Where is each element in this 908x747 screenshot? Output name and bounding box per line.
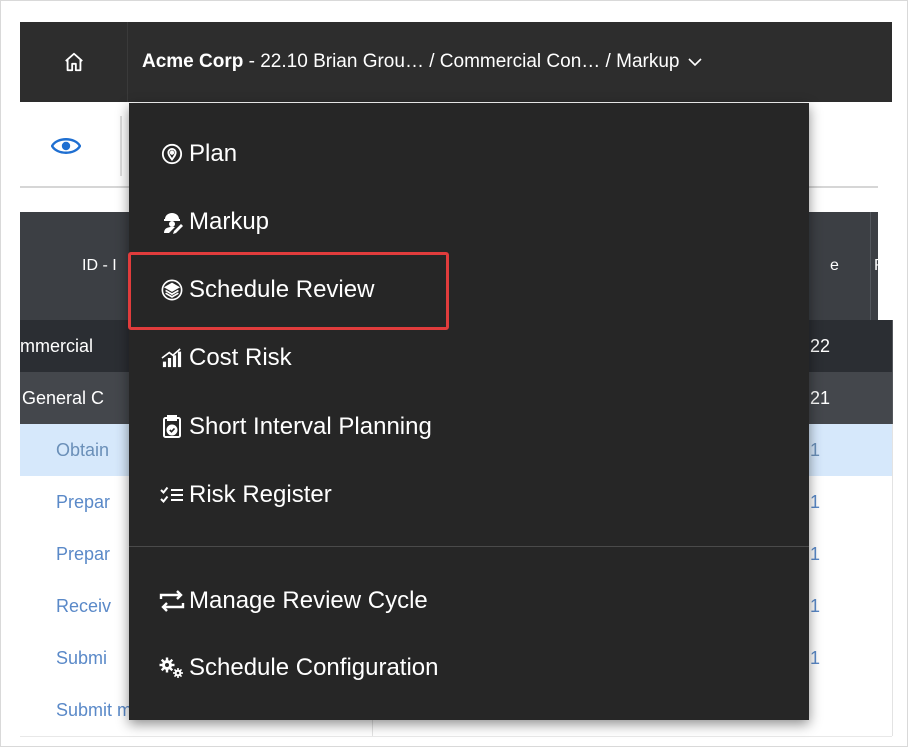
chevron-down-icon[interactable] (687, 54, 703, 70)
column-header-finish[interactable]: e (830, 212, 839, 320)
breadcrumb-company[interactable]: Acme Corp (142, 51, 243, 73)
row-name[interactable]: Prepar (56, 476, 110, 528)
cell-divider (892, 476, 893, 528)
gears-icon (159, 655, 185, 681)
row-date: 1 (810, 439, 821, 460)
menu-item-label: Schedule Configuration (189, 654, 439, 681)
home-icon (64, 52, 83, 72)
clipboard-check-icon (159, 414, 185, 440)
column-header-r[interactable]: R (874, 212, 886, 320)
menu-item-label: Risk Register (189, 481, 332, 508)
row-date: 1 (810, 491, 821, 512)
breadcrumb-separator: / (423, 51, 440, 72)
cell-divider (892, 424, 893, 476)
breadcrumb-schedule[interactable]: Commercial Con… (440, 51, 600, 73)
row-name[interactable]: Submi (56, 632, 107, 684)
row-date: 1 (810, 647, 821, 668)
menu-item-manage-review-cycle[interactable]: Manage Review Cycle (129, 571, 809, 631)
breadcrumb-project[interactable]: - 22.10 Brian Grou… (243, 51, 424, 73)
menu-divider (129, 546, 809, 547)
menu-item-short-interval-planning[interactable]: Short Interval Planning (129, 397, 809, 457)
row-date: 22 (810, 335, 831, 356)
checklist-icon (159, 482, 185, 508)
row-date: 21 (810, 387, 831, 408)
row-name: mmercial (20, 335, 94, 356)
view-toggle-button[interactable] (46, 126, 86, 166)
eye-icon (51, 138, 81, 154)
menu-item-label: Cost Risk (189, 344, 292, 371)
home-button[interactable] (20, 22, 128, 102)
row-name[interactable]: Obtain (56, 424, 109, 476)
cycle-arrows-icon (159, 588, 185, 614)
cost-chart-icon (159, 345, 185, 371)
cell-divider (892, 684, 893, 736)
row-date: 1 (810, 595, 821, 616)
menu-item-markup[interactable]: Markup (129, 192, 809, 252)
cell-divider (892, 580, 893, 632)
cell-divider (892, 372, 893, 424)
breadcrumb-separator: / (600, 51, 617, 72)
cell-divider (892, 528, 893, 580)
worker-icon (159, 209, 185, 235)
menu-item-schedule-configuration[interactable]: Schedule Configuration (129, 638, 809, 698)
cell-divider (892, 632, 893, 684)
menu-item-label: Manage Review Cycle (189, 587, 428, 614)
menu-item-label: Markup (189, 208, 270, 235)
view-dropdown-menu: Plan Markup Schedule Review Cost Risk Sh… (129, 103, 809, 720)
menu-item-label: Short Interval Planning (189, 413, 432, 440)
menu-item-cost-risk[interactable]: Cost Risk (129, 328, 809, 388)
breadcrumb[interactable]: Acme Corp - 22.10 Brian Grou… / Commerci… (142, 22, 703, 102)
toolbar-divider (120, 116, 122, 176)
menu-item-label: Plan (189, 140, 238, 167)
cell-divider (892, 320, 893, 372)
top-navigation-bar: Acme Corp - 22.10 Brian Grou… / Commerci… (20, 22, 892, 102)
row-date: 1 (810, 543, 821, 564)
column-header-id[interactable]: ID - I (82, 212, 117, 320)
column-divider (870, 212, 871, 320)
row-name: General C (22, 387, 105, 408)
menu-item-risk-register[interactable]: Risk Register (129, 465, 809, 525)
map-pin-icon (159, 141, 185, 167)
menu-item-plan[interactable]: Plan (129, 124, 809, 184)
row-name[interactable]: Prepar (56, 528, 110, 580)
breadcrumb-view[interactable]: Markup (616, 51, 679, 73)
row-name[interactable]: Receiv (56, 580, 111, 632)
highlight-box (128, 252, 449, 330)
